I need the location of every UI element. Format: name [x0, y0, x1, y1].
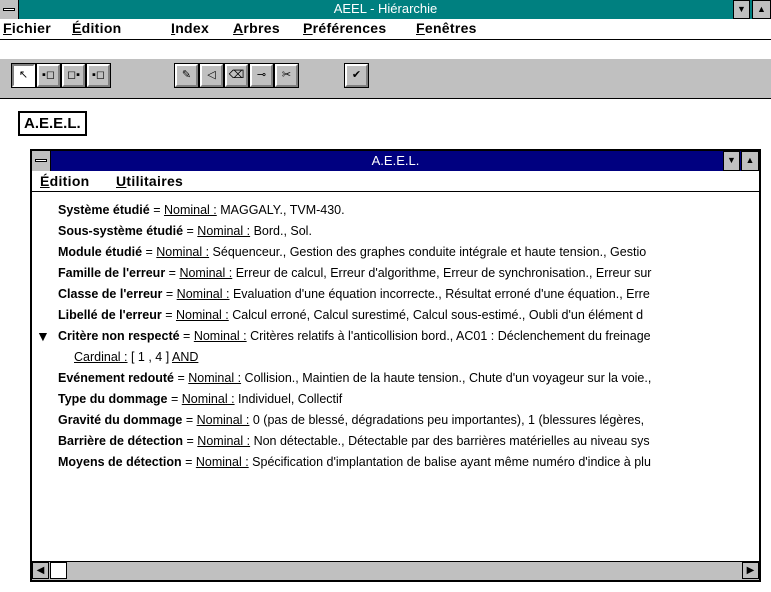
inner-window: A.E.E.L. ▼ ▲ Édition Utilitaires Système… [30, 149, 761, 582]
maximize-icon: ▲ [757, 4, 766, 14]
inner-menu-edition[interactable]: Édition [40, 173, 90, 189]
maximize-button[interactable]: ▲ [752, 0, 771, 19]
menu-fenetres[interactable]: Fenêtres [416, 20, 477, 36]
node-center-icon: ◻▪ [66, 69, 81, 81]
inner-title-bar: A.E.E.L. ▼ ▲ [32, 151, 759, 171]
window-title: AEEL - Hiérarchie [333, 1, 438, 16]
node-left-tool-button[interactable]: ▪◻ [36, 63, 61, 88]
menu-edition[interactable]: Édition [72, 20, 122, 36]
root-node-label[interactable]: A.E.E.L. [18, 111, 87, 136]
attr-line[interactable]: Sous-système étudié = Nominal : Bord., S… [58, 224, 312, 238]
horizontal-scrollbar[interactable]: ◀ ▶ [32, 561, 759, 580]
maximize-icon: ▲ [745, 155, 755, 165]
validate-tool-button[interactable]: ✔ [344, 63, 369, 88]
minimize-icon: ▼ [737, 4, 746, 14]
app-title-bar: AEEL - Hiérarchie ▼ ▲ [0, 0, 771, 19]
inner-window-title: A.E.E.L. [371, 153, 420, 168]
select-tool-button[interactable]: ↖ [11, 63, 36, 88]
attr-line[interactable]: Barrière de détection = Nominal : Non dé… [58, 434, 650, 448]
menu-index[interactable]: Index [171, 20, 209, 36]
attr-line[interactable]: Module étudié = Nominal : Séquenceur., G… [58, 245, 646, 259]
attr-line[interactable]: Famille de l'erreur = Nominal : Erreur d… [58, 266, 651, 280]
node-center-tool-button[interactable]: ◻▪ [61, 63, 86, 88]
node-left-icon: ▪◻ [41, 69, 56, 81]
menu-fichier[interactable]: Fichier [3, 20, 51, 36]
pencil-tool-button[interactable]: ✎ [174, 63, 199, 88]
link-tool-button[interactable]: ⊸ [249, 63, 274, 88]
node-right-icon: ▪◻ [91, 69, 106, 81]
right-arrow-icon: ▶ [746, 565, 755, 576]
inner-menu-bar: Édition Utilitaires [32, 171, 759, 192]
attr-line[interactable]: Type du dommage = Nominal : Individuel, … [58, 392, 342, 406]
menu-bar: Fichier Édition Index Arbres Préférences… [0, 19, 771, 40]
attribute-list: Système étudié = Nominal : MAGGALY., TVM… [32, 193, 759, 560]
cut-tool-button[interactable]: ✂ [274, 63, 299, 88]
minimize-button[interactable]: ▼ [733, 0, 750, 19]
attr-line[interactable]: Système étudié = Nominal : MAGGALY., TVM… [58, 203, 345, 217]
checkmark-icon: ✔ [351, 69, 362, 81]
left-arrow-icon: ◁ [207, 69, 216, 81]
expand-triangle-icon[interactable]: ▼ [36, 328, 50, 344]
arrow-pointer-icon: ↖ [18, 69, 29, 81]
cardinal-line[interactable]: Cardinal : [ 1 , 4 ] AND [74, 350, 198, 364]
link-icon: ⊸ [256, 69, 267, 81]
scroll-right-button[interactable]: ▶ [742, 562, 759, 579]
attr-line[interactable]: Moyens de détection = Nominal : Spécific… [58, 455, 651, 469]
scissors-icon: ✂ [281, 69, 292, 81]
node-right-tool-button[interactable]: ▪◻ [86, 63, 111, 88]
menu-preferences[interactable]: Préférences [303, 20, 386, 36]
toolbar: ↖ ▪◻ ◻▪ ▪◻ ✎ ◁ ⌫ ⊸ ✂ ✔ [0, 59, 771, 99]
attr-line[interactable]: Critère non respecté = Nominal : Critère… [58, 329, 651, 343]
attr-line[interactable]: Gravité du dommage = Nominal : 0 (pas de… [58, 413, 644, 427]
pencil-icon: ✎ [181, 69, 192, 81]
menu-arbres[interactable]: Arbres [233, 20, 280, 36]
scroll-thumb[interactable] [50, 562, 67, 579]
inner-maximize-button[interactable]: ▲ [741, 151, 759, 171]
eraser-icon: ⌫ [228, 69, 245, 81]
attr-line[interactable]: Evénement redouté = Nominal : Collision.… [58, 371, 651, 385]
eraser-tool-button[interactable]: ⌫ [224, 63, 249, 88]
minimize-icon: ▼ [727, 155, 736, 165]
attr-line[interactable]: Classe de l'erreur = Nominal : Evaluatio… [58, 287, 650, 301]
scroll-left-button[interactable]: ◀ [32, 562, 49, 579]
left-arrow-icon: ◀ [36, 565, 45, 576]
inner-minimize-button[interactable]: ▼ [723, 151, 740, 171]
inner-menu-utilitaires[interactable]: Utilitaires [116, 173, 183, 189]
attr-line[interactable]: Libellé de l'erreur = Nominal : Calcul e… [58, 308, 643, 322]
back-tool-button[interactable]: ◁ [199, 63, 224, 88]
